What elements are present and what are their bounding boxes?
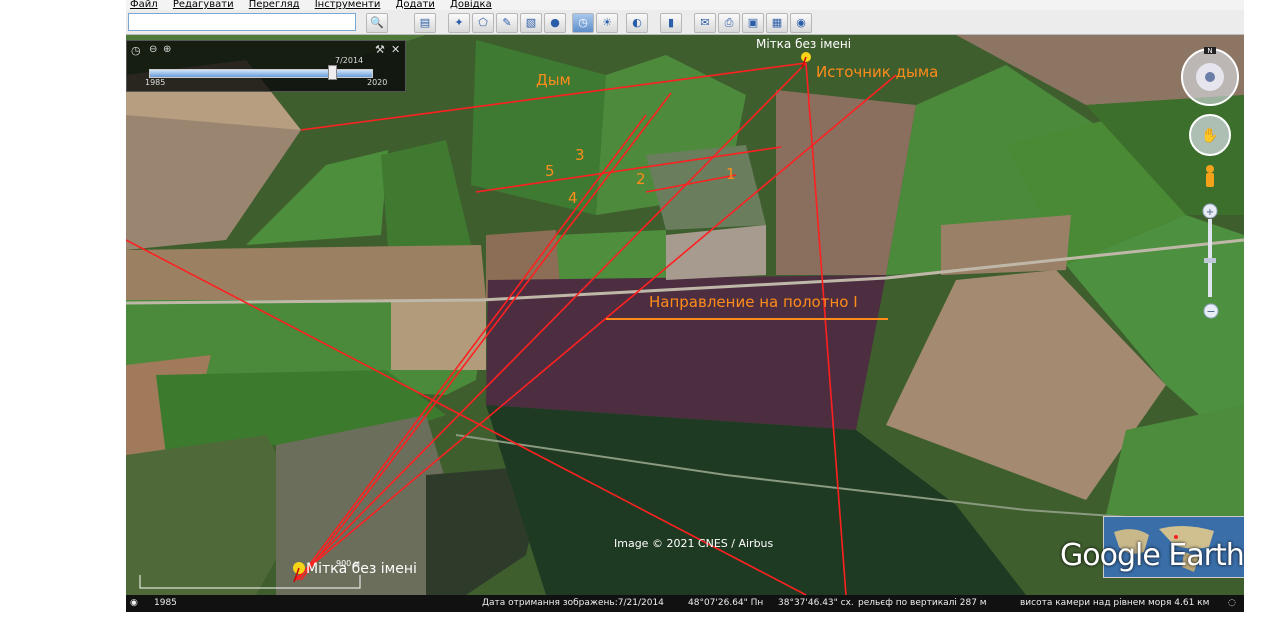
search-button[interactable]: 🔍 xyxy=(366,13,388,33)
add-polygon-icon[interactable]: ⬠ xyxy=(472,13,494,33)
close-icon[interactable]: ✕ xyxy=(391,43,400,56)
earth-icon[interactable]: ◉ xyxy=(790,13,812,33)
zoom-slider[interactable]: + xyxy=(1202,203,1218,297)
map-view[interactable]: ◷ ⊖ ⊕ ⚒ ✕ 7/2014 1985 2020 Мітка без іме… xyxy=(126,35,1244,595)
status-bar: ◉ 1985 Дата отримання зображень:7/21/201… xyxy=(126,595,1244,612)
wrench-icon[interactable]: ⚒ xyxy=(375,43,385,56)
historical-imagery-icon[interactable]: ◷ xyxy=(572,13,594,33)
timeline-thumb[interactable] xyxy=(328,65,337,80)
sidebar-toggle-icon[interactable]: ▤ xyxy=(414,13,436,33)
add-placemark-icon[interactable]: ✦ xyxy=(448,13,470,33)
timeline-date: 7/2014 xyxy=(335,56,364,65)
status-year: 1985 xyxy=(154,598,177,608)
print-icon[interactable]: ⎙ xyxy=(718,13,740,33)
menu-help[interactable]: Довідка xyxy=(450,0,492,10)
imagery-credit: Image © 2021 CNES / Airbus xyxy=(614,537,774,550)
record-tour-icon[interactable]: ● xyxy=(544,13,566,33)
svg-text:✋: ✋ xyxy=(1201,127,1218,144)
smoke-source-label: Источник дыма xyxy=(816,63,939,81)
planet-icon[interactable]: ◐ xyxy=(626,13,648,33)
satellite-imagery xyxy=(126,35,1244,595)
zoom-out-icon[interactable]: ⊖ xyxy=(149,44,157,55)
menu-file[interactable]: Файл xyxy=(130,0,158,10)
longitude: 38°37'46.43" сх. xyxy=(778,598,854,608)
direction-label: Направление на полотно I xyxy=(649,293,858,311)
imagery-date: Дата отримання зображень:7/21/2014 xyxy=(482,598,664,608)
menu-add[interactable]: Додати xyxy=(396,0,435,10)
marker-3: 3 xyxy=(575,146,585,164)
zoom-out-button[interactable]: − xyxy=(1203,303,1219,319)
streaming-icon: ◌ xyxy=(1228,598,1236,608)
zoom-in-icon[interactable]: ⊕ xyxy=(163,44,171,55)
marker-1: 1 xyxy=(726,165,736,183)
save-image-icon[interactable]: ▣ xyxy=(742,13,764,33)
historical-imagery-slider[interactable]: ◷ ⊖ ⊕ ⚒ ✕ 7/2014 1985 2020 xyxy=(126,40,406,92)
marker-4: 4 xyxy=(568,189,578,207)
clock-icon: ◷ xyxy=(131,44,141,57)
menu-tools[interactable]: Інструменти xyxy=(315,0,381,10)
marker-2: 2 xyxy=(636,170,646,188)
compass-north-icon: N xyxy=(1204,47,1216,55)
timeline-end: 2020 xyxy=(367,78,388,87)
email-icon[interactable]: ✉ xyxy=(694,13,716,33)
marker-5: 5 xyxy=(545,162,555,180)
svg-text:−: − xyxy=(1206,305,1215,318)
menu-edit[interactable]: Редагувати xyxy=(173,0,234,10)
svg-text:+: + xyxy=(1206,207,1214,218)
earth-status-icon: ◉ xyxy=(130,598,138,608)
smoke-label: Дым xyxy=(536,71,571,89)
elevation: рельєф по вертикалі 287 м xyxy=(858,598,987,608)
google-earth-logo: Google Earth xyxy=(1060,538,1244,573)
toolbar: 🔍 ▤ ✦ ⬠ ✎ ▧ ● ◷ ☀ ◐ ▮ ✉ ⎙ ▣ ▦ ◉ xyxy=(126,10,1244,35)
look-joystick[interactable] xyxy=(1181,48,1239,106)
timeline-start: 1985 xyxy=(145,78,166,87)
eye-altitude: висота камери над рівнем моря 4.61 км xyxy=(1020,598,1210,608)
pegman-icon xyxy=(1206,165,1214,187)
menu-bar: Файл Редагувати Перегляд Інструменти Дод… xyxy=(126,0,1244,10)
navigation-controls: N ✋ + xyxy=(1181,47,1239,297)
search-input[interactable] xyxy=(128,13,356,31)
image-overlay-icon[interactable]: ▧ xyxy=(520,13,542,33)
latitude: 48°07'26.64" Пн xyxy=(688,598,764,608)
add-path-icon[interactable]: ✎ xyxy=(496,13,518,33)
menu-view[interactable]: Перегляд xyxy=(249,0,300,10)
placemark-label-top[interactable]: Мітка без імені xyxy=(756,37,851,51)
scale-label: 900 м xyxy=(336,559,360,568)
google-earth-window: Файл Редагувати Перегляд Інструменти Дод… xyxy=(126,0,1244,612)
svg-text:N: N xyxy=(1207,47,1212,55)
ruler-icon[interactable]: ▮ xyxy=(660,13,682,33)
maps-icon[interactable]: ▦ xyxy=(766,13,788,33)
move-joystick[interactable]: ✋ xyxy=(1189,114,1231,156)
timeline-track[interactable] xyxy=(149,69,373,78)
sunlight-icon[interactable]: ☀ xyxy=(596,13,618,33)
placemark-label-bottom[interactable]: Мітка без імені xyxy=(306,561,417,577)
